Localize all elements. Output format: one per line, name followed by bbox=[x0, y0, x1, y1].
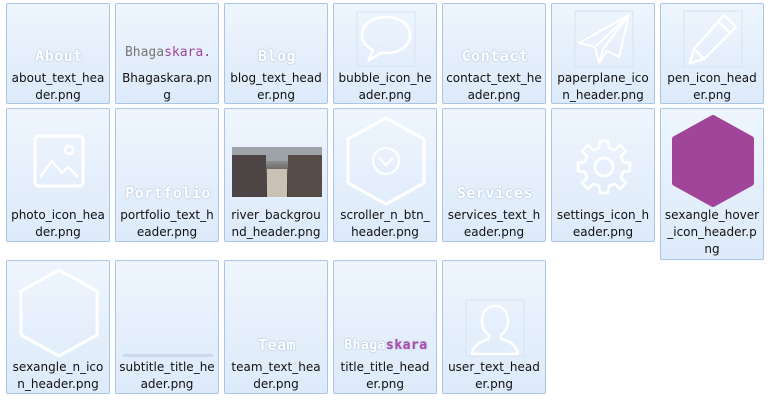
thumbnail: Bhagaskara. bbox=[123, 8, 213, 70]
thumbnail: Services bbox=[450, 113, 540, 209]
thumbnail: Bhagaskara bbox=[341, 265, 431, 361]
thumbnail: Team bbox=[232, 265, 322, 361]
file-grid: About about_text_header.png Bhagaskara. … bbox=[6, 3, 770, 402]
file-name: photo_icon_header.png bbox=[11, 208, 105, 239]
file-tile[interactable]: scroller_n_btn_header.png bbox=[333, 108, 437, 242]
filled-hexagon-icon bbox=[672, 115, 754, 207]
text-thumbnail: Portfolio bbox=[125, 184, 211, 202]
text-thumbnail: About bbox=[35, 47, 83, 65]
file-name: bubble_icon_header.png bbox=[338, 71, 432, 102]
paper-plane-icon bbox=[574, 10, 634, 68]
thumbnail: About bbox=[14, 8, 104, 70]
file-tile[interactable]: pen_icon_header.png bbox=[660, 3, 764, 104]
file-name: about_text_header.png bbox=[11, 71, 105, 102]
file-name: sexangle_n_icon_header.png bbox=[12, 360, 104, 391]
file-name: paperplane_icon_header.png bbox=[557, 71, 649, 102]
file-tile[interactable]: river_background_header.png bbox=[224, 108, 328, 242]
file-name: team_text_header.png bbox=[231, 360, 321, 391]
user-silhouette-icon bbox=[465, 299, 525, 357]
hexagon-chevron-icon bbox=[346, 116, 426, 206]
file-tile[interactable]: settings_icon_header.png bbox=[551, 108, 655, 242]
file-name: Bhagaskara.png bbox=[122, 71, 212, 102]
file-tile[interactable]: bubble_icon_header.png bbox=[333, 3, 437, 104]
thumbnail bbox=[559, 113, 649, 209]
pencil-icon bbox=[683, 10, 743, 68]
file-name: sexangle_hover_icon_header.png bbox=[664, 208, 760, 256]
file-tile[interactable]: sexangle_hover_icon_header.png bbox=[660, 108, 764, 260]
file-name: subtitle_title_header.png bbox=[119, 360, 215, 391]
file-tile[interactable]: photo_icon_header.png bbox=[6, 108, 110, 242]
gear-icon bbox=[576, 139, 632, 195]
thumbnail bbox=[341, 8, 431, 70]
file-tile[interactable]: paperplane_icon_header.png bbox=[551, 3, 655, 104]
logo-thumbnail: Bhagaskara. bbox=[124, 44, 212, 60]
file-tile[interactable]: Bhagaskara. Bhagaskara.png bbox=[115, 3, 219, 104]
speech-bubble-icon bbox=[356, 11, 416, 67]
thumbnail bbox=[668, 113, 758, 209]
thumbnail bbox=[341, 113, 431, 209]
file-tile[interactable]: About about_text_header.png bbox=[6, 3, 110, 104]
file-name: settings_icon_header.png bbox=[556, 208, 650, 239]
hexagon-outline-icon bbox=[19, 268, 99, 358]
thumbnail bbox=[559, 8, 649, 70]
thumbnail: Contact bbox=[450, 8, 540, 70]
thumbnail bbox=[232, 113, 322, 209]
file-name: river_background_header.png bbox=[231, 208, 321, 239]
file-name: portfolio_text_header.png bbox=[120, 208, 214, 239]
text-thumbnail: Services bbox=[456, 184, 534, 202]
file-tile[interactable]: Blog blog_text_header.png bbox=[224, 3, 328, 104]
thumbnail bbox=[14, 265, 104, 361]
file-tile[interactable]: Team team_text_header.png bbox=[224, 260, 328, 394]
text-thumbnail: Team bbox=[257, 336, 297, 354]
file-tile[interactable]: Contact contact_text_header.png bbox=[442, 3, 546, 104]
file-name: services_text_header.png bbox=[447, 208, 541, 239]
file-tile[interactable]: Services services_text_header.png bbox=[442, 108, 546, 242]
file-tile[interactable]: Portfolio portfolio_text_header.png bbox=[115, 108, 219, 242]
thumbnail bbox=[14, 113, 104, 209]
thumbnail: Blog bbox=[232, 8, 322, 70]
file-name: scroller_n_btn_header.png bbox=[340, 208, 430, 239]
file-name: user_text_header.png bbox=[448, 360, 540, 391]
text-thumbnail: Contact bbox=[461, 47, 529, 65]
photo-icon bbox=[33, 134, 85, 188]
file-name: contact_text_header.png bbox=[446, 71, 542, 102]
thumbnail bbox=[668, 8, 758, 70]
thumbnail bbox=[123, 265, 213, 361]
file-tile[interactable]: user_text_header.png bbox=[442, 260, 546, 394]
text-thumbnail: Blog bbox=[257, 47, 297, 65]
file-name: pen_icon_header.png bbox=[667, 71, 757, 102]
file-tile[interactable]: subtitle_title_header.png bbox=[115, 260, 219, 394]
file-name: title_title_header.png bbox=[340, 360, 430, 391]
thumbnail bbox=[450, 265, 540, 361]
logo-thumbnail: Bhagaskara bbox=[344, 337, 428, 353]
file-name: blog_text_header.png bbox=[230, 71, 322, 102]
subtitle-line bbox=[123, 353, 213, 357]
file-tile[interactable]: sexangle_n_icon_header.png bbox=[6, 260, 110, 394]
file-tile[interactable]: Bhagaskara title_title_header.png bbox=[333, 260, 437, 394]
thumbnail: Portfolio bbox=[123, 113, 213, 209]
river-photo bbox=[232, 147, 322, 197]
